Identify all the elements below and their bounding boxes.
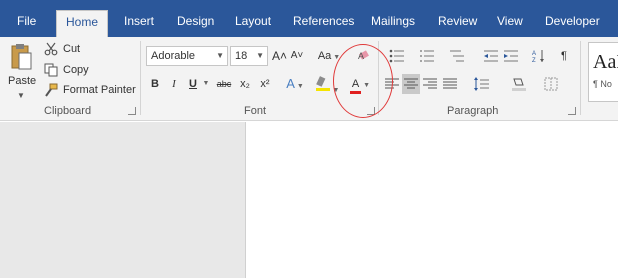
paragraph-group-label: Paragraph (447, 105, 499, 117)
multilevel-list-button[interactable] (444, 46, 470, 66)
font-size-dropdown-icon[interactable]: ▼ (256, 47, 264, 65)
borders-button[interactable] (538, 74, 564, 94)
bold-button[interactable]: B (148, 74, 162, 94)
increase-indent-icon (504, 50, 518, 62)
font-name-combo[interactable]: Adorable ▼ (146, 46, 228, 66)
tab-references[interactable]: References (284, 10, 363, 37)
borders-icon (544, 77, 558, 91)
sort-button[interactable]: A Z (530, 46, 548, 66)
shading-button[interactable] (506, 74, 532, 94)
numbered-list-icon (420, 50, 434, 62)
align-center-button[interactable] (402, 74, 420, 94)
svg-text:Z: Z (532, 58, 536, 63)
justify-icon (443, 78, 457, 89)
grow-font-button[interactable]: A˄ (272, 46, 287, 66)
align-center-icon (404, 78, 418, 89)
bullet-list-icon (389, 49, 404, 63)
line-spacing-icon (474, 77, 489, 91)
subscript-button[interactable]: x₂ (238, 74, 252, 94)
underline-dropdown-icon[interactable]: ▼ (202, 74, 210, 94)
style-sample-text: AaB (593, 51, 618, 73)
copy-button[interactable]: Copy (44, 61, 89, 79)
superscript-button[interactable]: x² (258, 74, 272, 94)
tab-design[interactable]: Design (168, 10, 223, 37)
copy-label: Copy (63, 64, 89, 76)
sort-icon: A Z (532, 50, 544, 64)
underline-button[interactable]: U (186, 74, 200, 94)
decrease-indent-button[interactable] (482, 46, 500, 66)
change-case-label: Aa (317, 50, 332, 62)
cut-button[interactable]: Cut (44, 40, 80, 58)
annotation-circle (333, 44, 393, 118)
font-name-dropdown-icon[interactable]: ▼ (216, 47, 224, 65)
align-right-icon (423, 78, 437, 89)
paste-icon (11, 44, 32, 70)
multilevel-list-icon (450, 50, 464, 62)
font-size-value: 18 (235, 50, 248, 62)
highlighter-icon (315, 76, 330, 91)
cut-label: Cut (63, 43, 81, 55)
font-size-combo[interactable]: 18 ▼ (230, 46, 268, 66)
italic-button[interactable]: I (168, 74, 180, 94)
paint-bucket-icon (512, 78, 526, 91)
style-normal-tile[interactable]: AaB ¶ No (588, 42, 618, 102)
tab-layout[interactable]: Layout (226, 10, 280, 37)
svg-text:A: A (532, 51, 536, 57)
paste-dropdown-icon[interactable]: ▼ (17, 91, 25, 100)
ribbon-tab-bar: File Home Insert Design Layout Reference… (0, 0, 618, 38)
group-divider (140, 41, 141, 115)
clipboard-group-label: Clipboard (44, 105, 92, 117)
tab-mailings[interactable]: Mailings (362, 10, 424, 37)
tab-developer[interactable]: Developer (536, 10, 609, 37)
group-divider (580, 41, 581, 115)
font-group-label: Font (244, 105, 267, 117)
tab-file[interactable]: File (8, 10, 45, 37)
clipboard-dialog-launcher-icon[interactable] (128, 107, 136, 115)
paste-button[interactable]: Paste ▼ (6, 41, 37, 100)
increase-indent-button[interactable] (502, 46, 520, 66)
tab-review[interactable]: Review (429, 10, 486, 37)
show-formatting-marks-button[interactable]: ¶ (556, 46, 572, 66)
justify-button[interactable] (442, 74, 458, 94)
scissors-icon (44, 42, 58, 56)
numbering-button[interactable] (414, 46, 440, 66)
format-painter-button[interactable]: Format Painter (44, 81, 136, 99)
paintbrush-icon (45, 83, 58, 97)
text-effects-button[interactable]: A ▼ (282, 74, 308, 94)
align-right-button[interactable] (422, 74, 438, 94)
decrease-indent-icon (484, 50, 498, 62)
shrink-font-button[interactable]: A˅ (290, 46, 304, 66)
tab-home[interactable]: Home (56, 10, 109, 38)
ribbon-home: Paste ▼ Cut Copy Format Painter Clipboar… (0, 37, 618, 121)
font-name-value: Adorable (151, 50, 196, 62)
format-painter-label: Format Painter (63, 84, 136, 96)
tab-insert[interactable]: Insert (115, 10, 163, 37)
line-spacing-button[interactable] (468, 74, 494, 94)
paste-label: Paste (8, 75, 37, 87)
chevron-down-icon: ▼ (294, 83, 304, 90)
copy-icon (44, 63, 58, 77)
style-name-label: ¶ No (593, 79, 612, 89)
pilcrow-icon: ¶ (561, 50, 567, 62)
document-left-margin (0, 122, 245, 278)
text-effects-label: A (286, 76, 295, 91)
document-page[interactable] (245, 122, 618, 278)
tab-view[interactable]: View (488, 10, 532, 37)
strikethrough-button[interactable]: abc (214, 74, 234, 94)
paragraph-dialog-launcher-icon[interactable] (568, 107, 576, 115)
